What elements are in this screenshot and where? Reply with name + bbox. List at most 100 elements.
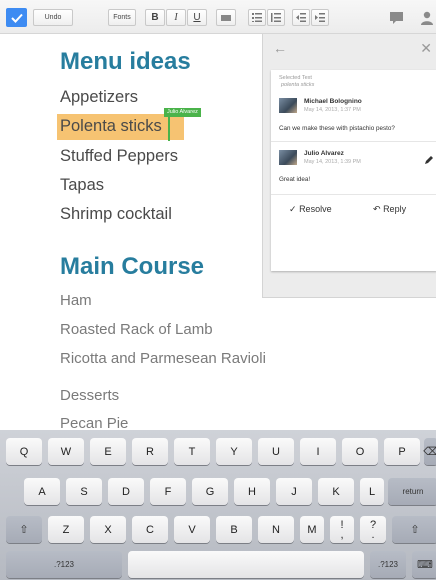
fonts-button[interactable]: Fonts	[108, 9, 136, 26]
key-i[interactable]: I	[300, 438, 336, 465]
reply-button[interactable]: ↶ Reply	[373, 204, 406, 215]
resolve-label: Resolve	[299, 204, 332, 214]
bullet-list-icon	[252, 13, 262, 22]
numbered-list-button[interactable]	[267, 9, 285, 26]
return-label: return	[402, 487, 424, 496]
resolve-button[interactable]: ✓ Resolve	[289, 204, 332, 215]
numbered-list-icon	[271, 13, 281, 22]
person-icon	[421, 11, 433, 25]
indent-right-icon	[315, 13, 325, 22]
divider	[271, 194, 436, 195]
share-button[interactable]	[420, 9, 436, 26]
key-v[interactable]: V	[174, 516, 210, 543]
color-bar-icon	[221, 14, 231, 21]
key-p[interactable]: P	[384, 438, 420, 465]
list-item-selected[interactable]: Polenta sticks	[60, 117, 162, 136]
selected-text-quote: polenta sticks	[281, 82, 315, 88]
key-n[interactable]: N	[258, 516, 294, 543]
checkmark-icon: ✓	[289, 204, 297, 214]
comment-text: Great idea!	[279, 176, 311, 183]
text-color-button[interactable]	[216, 9, 236, 26]
key-c[interactable]: C	[132, 516, 168, 543]
key-f[interactable]: F	[150, 478, 186, 505]
comments-button[interactable]	[388, 9, 405, 26]
key-primary: ?	[369, 518, 377, 531]
key-secondary: .	[371, 528, 375, 541]
underline-button[interactable]: U	[187, 9, 207, 26]
decrease-indent-button[interactable]	[292, 9, 310, 26]
collaborator-tag: Julio Alvarez	[164, 108, 201, 117]
key-secondary: ,	[340, 528, 344, 541]
key-o[interactable]: O	[342, 438, 378, 465]
comment-text: Can we make these with pistachio pesto?	[279, 125, 395, 132]
close-icon[interactable]: ✕	[420, 40, 432, 57]
list-item: Ricotta and Parmesean Ravioli	[60, 350, 266, 367]
checkmark-icon	[10, 13, 23, 23]
numbers-key-left[interactable]: .?123	[6, 551, 122, 578]
key-b[interactable]: B	[216, 516, 252, 543]
key-t[interactable]: T	[174, 438, 210, 465]
list-item: Appetizers	[60, 88, 138, 106]
key-d[interactable]: D	[108, 478, 144, 505]
italic-button[interactable]: I	[166, 9, 186, 26]
list-item: Tapas	[60, 176, 105, 194]
key-u[interactable]: U	[258, 438, 294, 465]
key-r[interactable]: R	[132, 438, 168, 465]
increase-indent-button[interactable]	[311, 9, 329, 26]
bullet-list-button[interactable]	[248, 9, 266, 26]
selected-text-label: Selected Text	[279, 75, 312, 81]
key-y[interactable]: Y	[216, 438, 252, 465]
bold-button[interactable]: B	[145, 9, 165, 26]
key-q[interactable]: Q	[6, 438, 42, 465]
shift-icon: ⇧	[410, 524, 420, 536]
keyboard-icon: ⌨	[417, 559, 433, 571]
key-g[interactable]: G	[192, 478, 228, 505]
comments-panel: ← ✕ Selected Text polenta sticks Michael…	[262, 34, 436, 298]
key-z[interactable]: Z	[48, 516, 84, 543]
list-item: Ham	[60, 292, 92, 309]
done-checkmark-button[interactable]	[6, 8, 27, 27]
avatar	[279, 150, 297, 165]
shift-key-left[interactable]: ⇧	[6, 516, 42, 543]
key-j[interactable]: J	[276, 478, 312, 505]
key-a[interactable]: A	[24, 478, 60, 505]
comment-thread-card: Selected Text polenta sticks Michael Bol…	[271, 70, 436, 271]
key-s[interactable]: S	[66, 478, 102, 505]
key-l[interactable]: L	[360, 478, 384, 505]
reply-arrow-icon: ↶	[373, 204, 381, 214]
key-x[interactable]: X	[90, 516, 126, 543]
indent-left-icon	[296, 13, 306, 22]
list-item: Shrimp cocktail	[60, 205, 172, 223]
heading-menu-ideas: Menu ideas	[60, 48, 191, 75]
key-exclaim-comma[interactable]: ! ,	[330, 516, 354, 543]
numbers-key-right[interactable]: .?123	[370, 551, 406, 578]
toolbar: Undo Fonts B I U	[0, 0, 436, 34]
comment-author: Michael Bolognino	[304, 98, 362, 105]
key-question-period[interactable]: ? .	[360, 516, 386, 543]
key-k[interactable]: K	[318, 478, 354, 505]
collaborator-cursor	[168, 113, 170, 141]
numbers-label: .?123	[53, 560, 75, 569]
key-h[interactable]: H	[234, 478, 270, 505]
onscreen-keyboard: Q W E R T Y U I O P ⌫ A S D F G H J K L …	[0, 430, 436, 580]
comment-date: May 14, 2013, 1:39 PM	[304, 159, 361, 165]
reply-label: Reply	[383, 204, 407, 214]
shift-key-right[interactable]: ⇧	[392, 516, 436, 543]
comment-author: Julio Alvarez	[304, 150, 344, 157]
key-w[interactable]: W	[48, 438, 84, 465]
backspace-key[interactable]: ⌫	[423, 438, 436, 465]
heading-main-course: Main Course	[60, 253, 205, 280]
hide-keyboard-key[interactable]: ⌨	[412, 551, 436, 578]
key-e[interactable]: E	[90, 438, 126, 465]
space-bar[interactable]	[128, 551, 364, 578]
numbers-label: .?123	[377, 560, 399, 569]
comment-date: May 14, 2013, 1:37 PM	[304, 107, 361, 113]
key-primary: !	[340, 518, 344, 531]
return-key[interactable]: return	[388, 478, 436, 505]
key-m[interactable]: M	[300, 516, 324, 543]
back-arrow-icon[interactable]: ←	[273, 40, 287, 56]
edit-pencil-icon[interactable]	[424, 152, 434, 170]
list-item: Desserts	[60, 387, 120, 404]
list-item: Roasted Rack of Lamb	[60, 321, 213, 338]
undo-button[interactable]: Undo	[33, 9, 73, 26]
